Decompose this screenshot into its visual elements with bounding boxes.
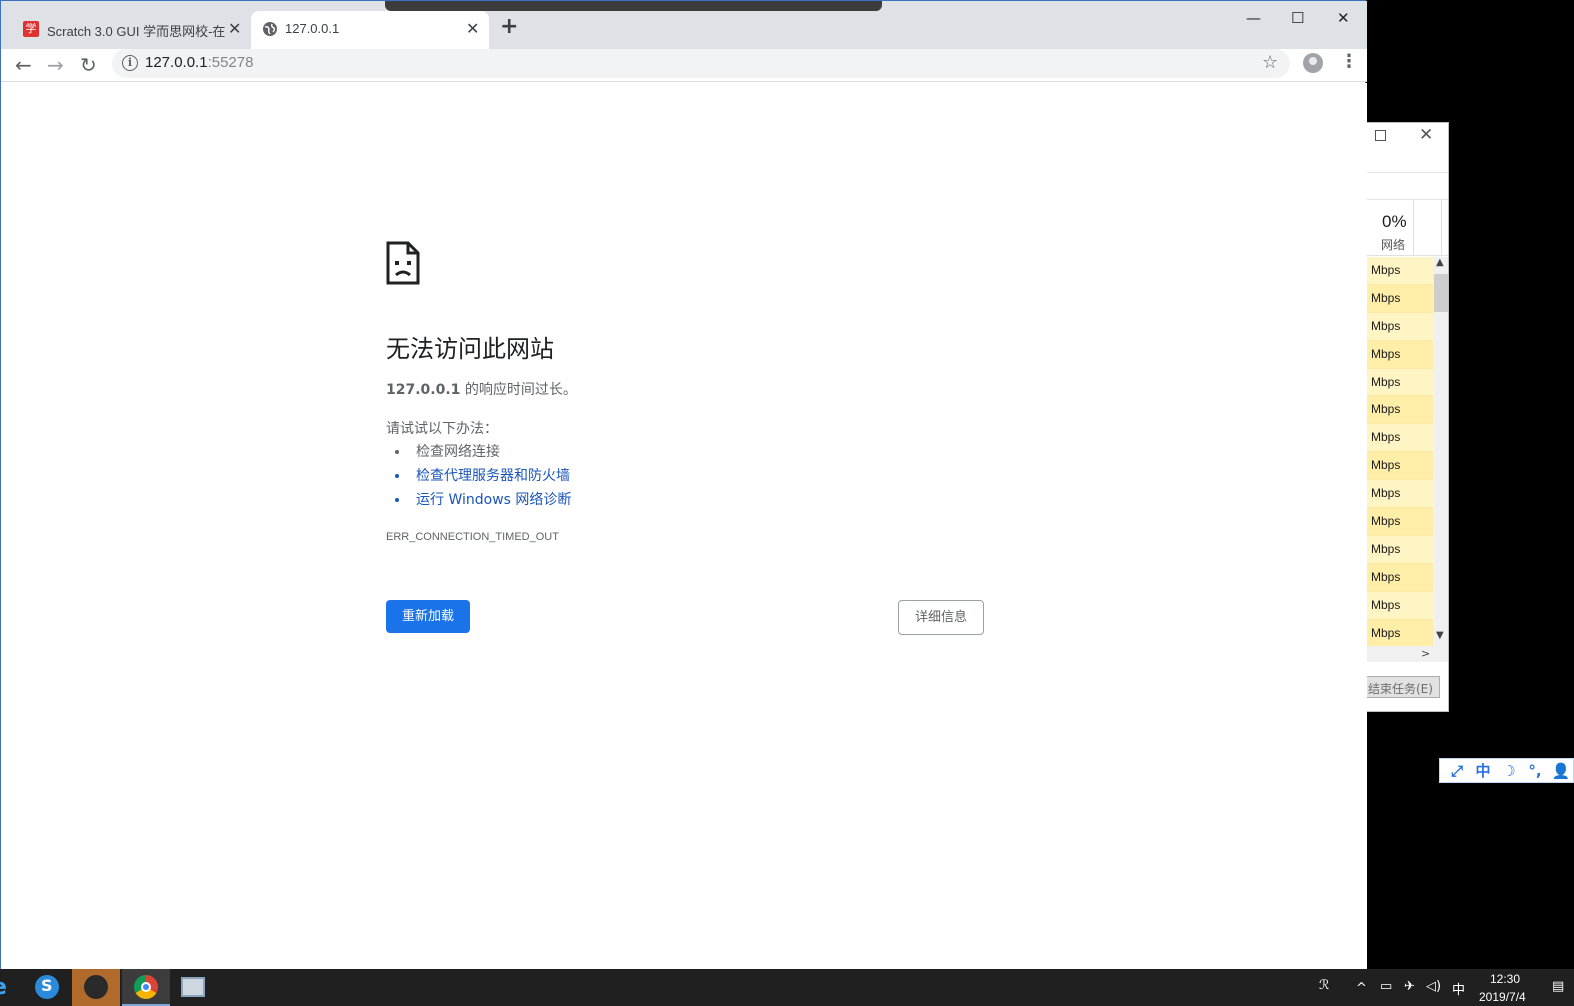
profile-avatar-icon[interactable] [1303,53,1323,73]
table-row[interactable]: Mbps [1367,284,1433,313]
clock-time[interactable]: 12:30 [1490,972,1520,986]
ime-user-icon[interactable]: 👤 [1549,762,1573,780]
app-avatar-icon[interactable] [72,969,120,1006]
error-title: 无法访问此网站 [386,335,554,363]
tab-close-icon[interactable]: ✕ [466,19,479,38]
tab-title: 127.0.0.1 [285,21,340,36]
error-code: ERR_CONNECTION_TIMED_OUT [386,531,559,543]
taskbar: e S ℛ ^ ▭ ✈ ◁) 中 12:30 2019/7/4 ▤ [0,969,1574,1006]
scratch-favicon-icon: 学 [23,21,39,37]
table-row[interactable]: Mbps [1367,535,1433,564]
tab-scratch[interactable]: 学 Scratch 3.0 GUI 学而思网校-在 ✕ [9,11,251,49]
scrollbar-thumb[interactable] [1434,274,1448,312]
address-bar[interactable]: i 127.0.0.1:55278 ☆ [112,49,1290,78]
divider [1367,255,1448,256]
close-icon[interactable]: ✕ [1419,125,1433,145]
ime-moon-icon[interactable]: ☽ [1497,762,1521,780]
sogou-browser-icon[interactable]: S [30,970,64,1004]
divider [1367,199,1448,200]
table-row[interactable]: Mbps [1367,591,1433,620]
error-host: 127.0.0.1 [386,382,461,398]
table-row[interactable]: Mbps [1367,257,1433,285]
end-task-button[interactable]: 结束任务(E) [1367,676,1440,698]
divider [1413,199,1414,255]
network-column-header[interactable]: 网络 [1381,236,1405,253]
sogou-letter: S [41,976,53,995]
maximize-icon[interactable]: ☐ [1291,9,1304,27]
tab-close-icon[interactable]: ✕ [228,19,241,38]
scroll-down-icon[interactable]: ▼ [1436,630,1444,641]
tab-title: Scratch 3.0 GUI 学而思网校-在 [47,24,226,39]
suggestion-run-diagnostics-link[interactable]: 运行 Windows 网络诊断 [410,489,571,513]
process-list: Mbps Mbps Mbps Mbps Mbps Mbps Mbps Mbps Mbps Mbps… [1367,257,1433,648]
vertical-scrollbar[interactable] [1433,257,1448,646]
globe-icon [263,22,277,36]
menu-kebab-icon[interactable]: ⋮ [1340,51,1358,72]
reload-button[interactable]: 重新加载 [386,600,470,633]
suggestion-check-proxy-link[interactable]: 检查代理服务器和防火墙 [410,465,571,489]
volume-icon[interactable]: ◁) [1426,979,1441,994]
ime-language-toggle[interactable]: 中 [1471,760,1495,781]
browser-toolbar: ← → ↻ i 127.0.0.1:55278 ☆ ⋮ [1,49,1367,82]
reload-icon[interactable]: ↻ [80,53,97,77]
url-text[interactable]: 127.0.0.1:55278 [145,54,253,71]
ime-indicator[interactable]: 中 [1452,979,1465,998]
ime-punctuation-icon[interactable]: °, [1523,762,1547,780]
info-icon[interactable]: i [122,55,138,71]
network-icon[interactable]: ▭ [1380,979,1392,994]
chevron-up-icon[interactable]: ^ [1356,981,1367,996]
sogou-tray-icon[interactable]: ✈ [1404,979,1415,994]
table-row[interactable]: Mbps [1367,619,1433,648]
suggestions-list: 检查网络连接 检查代理服务器和防火墙 运行 Windows 网络诊断 [410,441,571,513]
minimize-icon[interactable]: — [1246,9,1261,27]
screen-recorder-bar[interactable] [385,1,882,11]
task-manager-window: ✕ 0% 网络 Mbps Mbps Mbps Mbps Mbps Mbps Mbps Mbps… [1366,122,1449,712]
page-content: 无法访问此网站 127.0.0.1 的响应时间过长。 请试试以下办法： 检查网络… [1,83,1367,970]
edge-icon[interactable]: e [0,975,10,1000]
notifications-icon[interactable]: ▤ [1552,979,1564,994]
error-summary-text: 的响应时间过长。 [460,382,577,398]
people-icon[interactable]: ℛ [1319,978,1329,993]
task-manager-titlebar: ✕ [1367,123,1448,151]
scroll-right-icon[interactable]: > [1421,647,1430,660]
details-button[interactable]: 详细信息 [898,600,984,635]
scroll-up-icon[interactable]: ▲ [1436,257,1444,268]
divider [1441,199,1442,255]
table-row[interactable]: Mbps [1367,563,1433,592]
chrome-icon[interactable] [122,969,170,1006]
url-host: 127.0.0.1 [145,54,208,71]
table-row[interactable]: Mbps [1367,340,1433,369]
forward-icon[interactable]: → [47,53,64,77]
maximize-icon[interactable] [1375,130,1386,141]
table-row[interactable]: Mbps [1367,508,1433,536]
sad-page-icon [386,241,420,285]
new-tab-button[interactable]: + [500,15,518,39]
table-row[interactable]: Mbps [1367,396,1433,425]
error-summary: 127.0.0.1 的响应时间过长。 [386,379,577,399]
ime-toolbar: ⤢ 中 ☽ °, 👤 [1439,758,1574,783]
suggestion-check-network: 检查网络连接 [410,441,571,465]
table-row[interactable]: Mbps [1367,452,1433,481]
bookmark-star-icon[interactable]: ☆ [1262,52,1278,73]
photos-app-icon[interactable] [181,977,205,997]
browser-window: 学 Scratch 3.0 GUI 学而思网校-在 ✕ 127.0.0.1 ✕ … [0,0,1367,970]
suggestions-heading: 请试试以下办法： [386,421,498,437]
table-row[interactable]: Mbps [1367,480,1433,509]
ime-expand-icon[interactable]: ⤢ [1445,762,1469,780]
clock-date[interactable]: 2019/7/4 [1479,990,1526,1004]
table-row[interactable]: Mbps [1367,368,1433,397]
divider [1367,172,1448,173]
tab-localhost[interactable]: 127.0.0.1 ✕ [251,11,489,49]
back-icon[interactable]: ← [15,53,32,77]
url-port: :55278 [207,54,254,71]
horizontal-scrollbar[interactable] [1367,646,1448,662]
network-percent: 0% [1382,212,1407,231]
table-row[interactable]: Mbps [1367,312,1433,341]
table-row[interactable]: Mbps [1367,424,1433,453]
close-icon[interactable]: ✕ [1337,9,1350,27]
